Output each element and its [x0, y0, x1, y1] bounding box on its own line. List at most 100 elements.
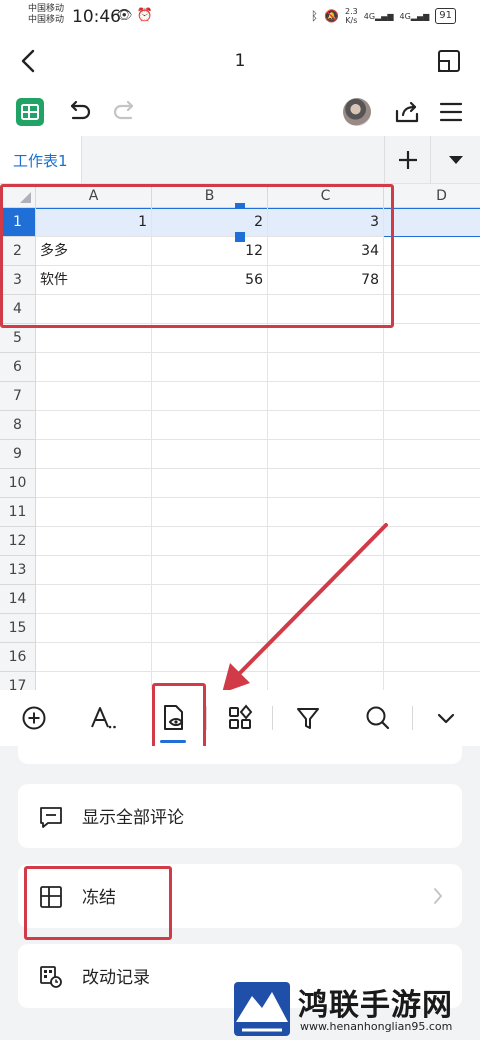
- grid-cell[interactable]: [268, 295, 384, 324]
- chevron-right-icon: [434, 888, 442, 904]
- column-header-a[interactable]: A: [36, 184, 152, 208]
- cell-c3[interactable]: 78: [268, 266, 384, 295]
- grid-cell[interactable]: [384, 353, 480, 382]
- row-header-8[interactable]: 8: [0, 411, 36, 440]
- grid-cell[interactable]: [36, 353, 152, 382]
- cell-a2[interactable]: 多多: [36, 237, 152, 266]
- clock: 10:46: [72, 7, 121, 27]
- grid-cell[interactable]: [384, 266, 480, 295]
- row-header-15[interactable]: 15: [0, 614, 36, 643]
- add-sheet-button[interactable]: [384, 136, 430, 183]
- document-title[interactable]: 1: [235, 51, 246, 71]
- grid-cell[interactable]: [268, 411, 384, 440]
- grid-cell[interactable]: [36, 498, 152, 527]
- sheets-app-icon[interactable]: [16, 98, 44, 126]
- text-format-icon[interactable]: [86, 702, 118, 734]
- cell-b1[interactable]: 2: [152, 208, 268, 237]
- redo-icon[interactable]: [110, 97, 140, 127]
- undo-icon[interactable]: [64, 97, 94, 127]
- row-header-9[interactable]: 9: [0, 440, 36, 469]
- grid-cell[interactable]: [268, 469, 384, 498]
- grid-cell[interactable]: [152, 295, 268, 324]
- row-header-7[interactable]: 7: [0, 382, 36, 411]
- column-header-d[interactable]: D: [384, 184, 480, 208]
- show-all-comments-option[interactable]: 显示全部评论: [18, 784, 462, 848]
- search-icon[interactable]: [362, 702, 394, 734]
- selection-handle-top[interactable]: [235, 203, 245, 209]
- grid-cell[interactable]: [36, 585, 152, 614]
- grid-cell[interactable]: [36, 411, 152, 440]
- row-header-10[interactable]: 10: [0, 469, 36, 498]
- cell-b3[interactable]: 56: [152, 266, 268, 295]
- cell-c2[interactable]: 34: [268, 237, 384, 266]
- tab-sheet-1[interactable]: 工作表1: [0, 136, 82, 183]
- grid-cell[interactable]: [268, 324, 384, 353]
- alarm-icon: ⏰: [136, 8, 153, 23]
- grid-cell[interactable]: [384, 469, 480, 498]
- cell-a1[interactable]: 1: [36, 208, 152, 237]
- cell-a3[interactable]: 软件: [36, 266, 152, 295]
- grid-cell[interactable]: [268, 382, 384, 411]
- grid-cell[interactable]: [36, 614, 152, 643]
- grid-cell[interactable]: [36, 643, 152, 672]
- row-header-6[interactable]: 6: [0, 353, 36, 382]
- column-header-b[interactable]: B: [152, 184, 268, 208]
- grid-cell[interactable]: [36, 556, 152, 585]
- grid-cell[interactable]: [384, 324, 480, 353]
- add-icon[interactable]: [18, 702, 50, 734]
- row-header-1[interactable]: 1: [0, 208, 36, 237]
- row-header-17[interactable]: 17: [0, 672, 36, 690]
- window-mode-icon[interactable]: [436, 48, 462, 74]
- grid-cell[interactable]: [384, 382, 480, 411]
- cell-c1[interactable]: 3: [268, 208, 384, 237]
- freeze-option[interactable]: 冻结: [18, 864, 462, 928]
- grid-cell[interactable]: [36, 324, 152, 353]
- grid-cell[interactable]: [384, 440, 480, 469]
- grid-cell[interactable]: [152, 324, 268, 353]
- row-header-16[interactable]: 16: [0, 643, 36, 672]
- widgets-icon[interactable]: [224, 702, 256, 734]
- column-header-c[interactable]: C: [268, 184, 384, 208]
- grid-cell[interactable]: [36, 672, 152, 690]
- grid-cell[interactable]: [268, 440, 384, 469]
- cell-b2[interactable]: 12: [152, 237, 268, 266]
- grid-cell[interactable]: [384, 208, 480, 237]
- grid-cell[interactable]: [384, 295, 480, 324]
- collapse-icon[interactable]: [430, 702, 462, 734]
- filter-icon[interactable]: [292, 702, 324, 734]
- grid-cell[interactable]: [36, 527, 152, 556]
- view-icon[interactable]: [157, 702, 189, 734]
- menu-icon[interactable]: [436, 97, 466, 127]
- grid-cell[interactable]: [152, 353, 268, 382]
- watermark-url: www.henanhonglian95.com: [300, 1020, 453, 1033]
- select-all-corner[interactable]: [0, 184, 36, 208]
- grid-cell[interactable]: [36, 295, 152, 324]
- grid-cell[interactable]: [36, 382, 152, 411]
- grid-cell[interactable]: [152, 382, 268, 411]
- grid-cell[interactable]: [384, 411, 480, 440]
- back-icon[interactable]: [14, 46, 44, 76]
- selection-handle-bottom[interactable]: [235, 232, 245, 242]
- share-icon[interactable]: [392, 97, 422, 127]
- row-header-13[interactable]: 13: [0, 556, 36, 585]
- row-header-4[interactable]: 4: [0, 295, 36, 324]
- toolbar-divider: [272, 706, 273, 730]
- watermark-name: 鸿联手游网: [298, 988, 453, 1023]
- network-speed: 2.3 K/s: [345, 7, 358, 25]
- row-header-2[interactable]: 2: [0, 237, 36, 266]
- grid-cell[interactable]: [384, 237, 480, 266]
- row-header-5[interactable]: 5: [0, 324, 36, 353]
- grid-cell[interactable]: [152, 411, 268, 440]
- grid-cell[interactable]: [268, 353, 384, 382]
- grid-cell[interactable]: [152, 440, 268, 469]
- row-header-12[interactable]: 12: [0, 527, 36, 556]
- grid-cell[interactable]: [36, 469, 152, 498]
- grid-cell[interactable]: [36, 440, 152, 469]
- sheet-list-button[interactable]: [430, 136, 480, 183]
- grid-cell[interactable]: [152, 469, 268, 498]
- previous-option-card[interactable]: [18, 746, 462, 764]
- row-header-14[interactable]: 14: [0, 585, 36, 614]
- row-header-3[interactable]: 3: [0, 266, 36, 295]
- row-header-11[interactable]: 11: [0, 498, 36, 527]
- avatar[interactable]: [343, 98, 371, 126]
